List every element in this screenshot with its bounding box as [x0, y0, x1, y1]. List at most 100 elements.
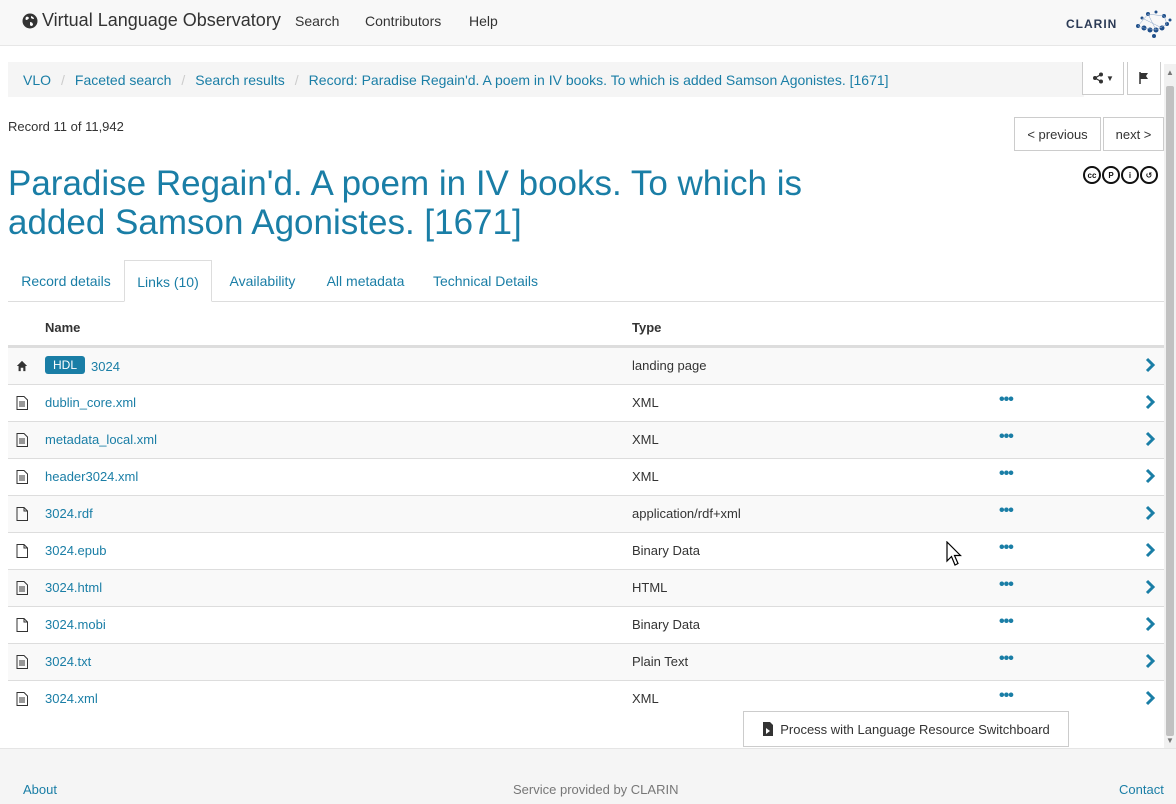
breadcrumb-separator: /: [61, 71, 65, 88]
more-options-icon[interactable]: •••: [999, 576, 1014, 594]
link-name[interactable]: 3024.txt: [45, 654, 91, 669]
link-name[interactable]: dublin_core.xml: [45, 395, 136, 410]
switchboard-label: Process with Language Resource Switchboa…: [780, 721, 1050, 737]
breadcrumb-vlo[interactable]: VLO: [23, 72, 51, 88]
more-options-icon[interactable]: •••: [999, 391, 1014, 409]
more-options-icon[interactable]: •••: [999, 428, 1014, 446]
breadcrumb: VLO / Faceted search / Search results / …: [8, 62, 1084, 97]
table-row: metadata_local.xml XML •••: [8, 421, 1164, 458]
link-name[interactable]: 3024.epub: [45, 543, 106, 558]
link-name-cell: header3024.xml: [45, 469, 138, 484]
nav-search[interactable]: Search: [295, 13, 339, 29]
page-title: Paradise Regain'd. A poem in IV books. T…: [8, 164, 802, 242]
breadcrumb-separator: /: [294, 71, 299, 88]
breadcrumb-record[interactable]: Record: Paradise Regain'd. A poem in IV …: [309, 72, 889, 88]
link-name[interactable]: header3024.xml: [45, 469, 138, 484]
link-name-cell: dublin_core.xml: [45, 395, 136, 410]
tab-links[interactable]: Links (10): [124, 260, 212, 302]
record-tabs: Record details Links (10) Availability A…: [8, 260, 1164, 302]
file-text-icon: [16, 692, 28, 706]
table-row: 3024.txt Plain Text •••: [8, 643, 1164, 680]
more-options-icon[interactable]: •••: [999, 687, 1014, 705]
link-name-cell: 3024.html: [45, 580, 102, 595]
more-options-icon[interactable]: •••: [999, 539, 1014, 557]
sa-icon: ↺: [1140, 166, 1158, 184]
footer: About Service provided by CLARIN Contact: [0, 748, 1176, 804]
scroll-up-icon[interactable]: ▲: [1166, 68, 1174, 77]
next-button[interactable]: next >: [1103, 117, 1164, 151]
home-icon: [16, 360, 28, 372]
breadcrumb-faceted-search[interactable]: Faceted search: [75, 72, 172, 88]
breadcrumb-separator: /: [181, 71, 186, 88]
footer-about-link[interactable]: About: [23, 782, 57, 797]
link-name[interactable]: 3024.html: [45, 580, 102, 595]
file-icon: [16, 507, 28, 521]
link-name-cell: 3024.rdf: [45, 506, 93, 521]
breadcrumb-search-results[interactable]: Search results: [195, 72, 284, 88]
chevron-right-icon[interactable]: [1144, 505, 1156, 521]
nav-help[interactable]: Help: [469, 13, 498, 29]
more-options-icon[interactable]: •••: [999, 502, 1014, 520]
share-button[interactable]: ▼: [1082, 62, 1124, 95]
link-name[interactable]: 3024.xml: [45, 691, 98, 706]
table-row: 3024.mobi Binary Data •••: [8, 606, 1164, 643]
chevron-right-icon[interactable]: [1144, 653, 1156, 669]
link-name[interactable]: metadata_local.xml: [45, 432, 157, 447]
mouse-cursor-icon: [946, 541, 962, 566]
pd-icon: P: [1102, 166, 1120, 184]
link-type: Binary Data: [632, 617, 700, 632]
links-table: Name Type HDL 3024 landing page dublin_core…: [8, 310, 1164, 717]
switchboard-button[interactable]: Process with Language Resource Switchboa…: [743, 711, 1069, 747]
caret-down-icon: ▼: [1106, 73, 1114, 83]
link-name[interactable]: 3024.rdf: [45, 506, 93, 521]
link-name[interactable]: 3024.mobi: [45, 617, 106, 632]
navbar: Virtual Language Observatory Search Cont…: [0, 0, 1176, 46]
chevron-right-icon[interactable]: [1144, 542, 1156, 558]
chevron-right-icon[interactable]: [1144, 616, 1156, 632]
more-options-icon[interactable]: •••: [999, 650, 1014, 668]
link-type: landing page: [632, 358, 707, 373]
column-header-type: Type: [632, 320, 662, 335]
chevron-right-icon[interactable]: [1144, 394, 1156, 410]
footer-contact-link[interactable]: Contact: [1119, 782, 1164, 797]
scroll-down-icon[interactable]: ▼: [1166, 736, 1174, 745]
column-header-name: Name: [45, 320, 81, 335]
previous-button[interactable]: < previous: [1014, 117, 1101, 151]
scrollbar-thumb[interactable]: [1166, 86, 1174, 736]
link-name-cell: HDL 3024: [45, 356, 120, 376]
table-row: 3024.html HTML •••: [8, 569, 1164, 606]
chevron-right-icon[interactable]: [1144, 468, 1156, 484]
by-icon: i: [1121, 166, 1139, 184]
tab-all-metadata[interactable]: All metadata: [313, 260, 418, 302]
chevron-right-icon[interactable]: [1144, 579, 1156, 595]
link-name[interactable]: 3024: [91, 359, 120, 374]
page-scrollbar[interactable]: ▲ ▼: [1164, 64, 1176, 748]
report-button[interactable]: [1127, 62, 1161, 95]
license-icons[interactable]: cc P i ↺: [1083, 166, 1158, 184]
chevron-right-icon[interactable]: [1144, 431, 1156, 447]
link-name-cell: metadata_local.xml: [45, 432, 157, 447]
file-text-icon: [16, 433, 28, 447]
more-options-icon[interactable]: •••: [999, 465, 1014, 483]
brand-title: Virtual Language Observatory: [42, 10, 281, 30]
tab-technical-details[interactable]: Technical Details: [418, 260, 553, 302]
link-name-cell: 3024.xml: [45, 691, 98, 706]
table-header: Name Type: [8, 310, 1164, 347]
more-options-icon[interactable]: •••: [999, 613, 1014, 631]
file-process-icon: [763, 722, 774, 736]
chevron-right-icon[interactable]: [1144, 690, 1156, 706]
nav-contributors[interactable]: Contributors: [365, 13, 441, 29]
tab-availability[interactable]: Availability: [212, 260, 313, 302]
footer-service-text: Service provided by CLARIN: [513, 782, 679, 797]
table-row: 3024.rdf application/rdf+xml •••: [8, 495, 1164, 532]
table-row: dublin_core.xml XML •••: [8, 384, 1164, 421]
clarin-logo-icon[interactable]: [1064, 6, 1174, 42]
brand-link[interactable]: Virtual Language Observatory: [22, 10, 281, 31]
table-row: header3024.xml XML •••: [8, 458, 1164, 495]
tab-record-details[interactable]: Record details: [8, 260, 124, 302]
link-name-cell: 3024.txt: [45, 654, 91, 669]
link-type: Plain Text: [632, 654, 689, 669]
chevron-right-icon[interactable]: [1144, 357, 1156, 373]
file-icon: [16, 544, 28, 558]
link-type: HTML: [632, 580, 668, 595]
